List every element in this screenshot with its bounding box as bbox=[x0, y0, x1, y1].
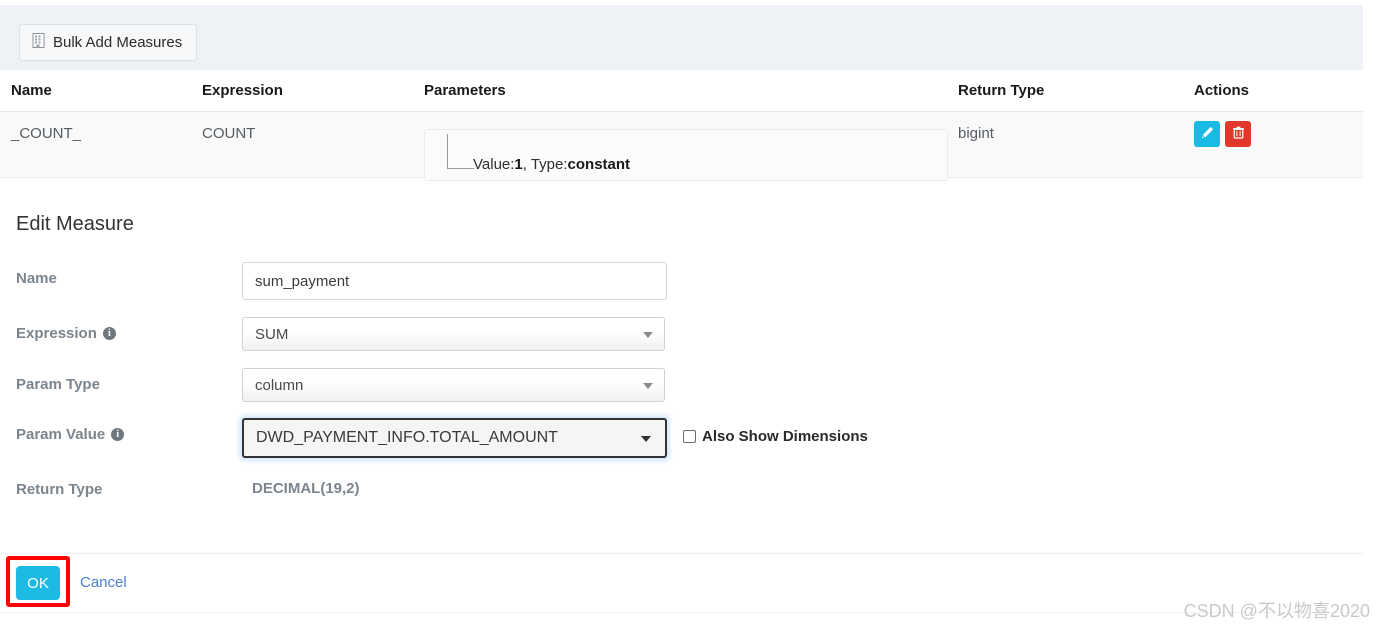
cell-measure-actions bbox=[1194, 112, 1363, 147]
param-type-select[interactable]: column bbox=[242, 368, 665, 402]
column-header-actions: Actions bbox=[1194, 82, 1250, 99]
watermark: CSDN @不以物喜2020 bbox=[1183, 601, 1370, 621]
label-name-text: Name bbox=[16, 270, 57, 287]
label-param-value-text: Param Value bbox=[16, 426, 106, 443]
info-icon[interactable]: i bbox=[102, 327, 116, 340]
pencil-icon bbox=[1201, 126, 1214, 142]
bulk-add-measures-button[interactable]: Bulk Add Measures bbox=[19, 24, 198, 61]
cell-measure-name: _COUNT_ bbox=[11, 125, 82, 142]
info-icon[interactable]: i bbox=[111, 428, 125, 441]
param-type-select-value: column bbox=[255, 376, 304, 394]
field-row-param-type: Param Type column bbox=[0, 368, 1388, 408]
label-param-type: Param Type bbox=[16, 376, 100, 393]
label-return-type-text: Return Type bbox=[16, 481, 103, 498]
param-value-select[interactable]: DWD_PAYMENT_INFO.TOTAL_AMOUNT bbox=[242, 418, 667, 458]
grid-building-icon bbox=[32, 33, 46, 52]
measures-table: Name Expression Parameters Return Type A… bbox=[0, 70, 1363, 181]
field-row-param-value: Param Value i DWD_PAYMENT_INFO.TOTAL_AMO… bbox=[0, 418, 1388, 458]
parameter-separator: , Type: bbox=[522, 156, 568, 173]
chevron-down-icon bbox=[643, 383, 653, 389]
bulk-add-measures-label: Bulk Add Measures bbox=[53, 34, 183, 51]
label-param-value: Param Value i bbox=[16, 426, 125, 443]
field-row-name: Name bbox=[0, 262, 1388, 302]
trash-icon bbox=[1232, 126, 1245, 142]
chevron-down-icon bbox=[643, 332, 653, 338]
parameter-type: constant bbox=[567, 156, 631, 173]
parameter-detail: Value:1, Type:constant bbox=[473, 156, 630, 173]
measure-editor-page: Bulk Add Measures Name Expression Parame… bbox=[0, 0, 1388, 628]
label-name: Name bbox=[16, 270, 57, 287]
also-show-dimensions-label: Also Show Dimensions bbox=[702, 428, 868, 445]
label-return-type: Return Type bbox=[16, 481, 102, 498]
return-type-value: DECIMAL(19,2) bbox=[252, 480, 360, 497]
cell-measure-return-type: bigint bbox=[958, 125, 994, 142]
row-action-buttons bbox=[1194, 112, 1363, 147]
column-header-parameters: Parameters bbox=[424, 82, 506, 99]
column-header-name: Name bbox=[11, 82, 52, 99]
column-header-return-type: Return Type bbox=[958, 82, 1045, 99]
also-show-dimensions-checkbox[interactable]: Also Show Dimensions bbox=[683, 428, 868, 445]
footer-divider bbox=[0, 553, 1363, 554]
table-row: _COUNT_ COUNT Value:1, Type:constant big… bbox=[0, 112, 1363, 181]
cancel-button[interactable]: Cancel bbox=[80, 574, 127, 591]
cell-measure-expression: COUNT bbox=[202, 125, 256, 142]
expression-select-value: SUM bbox=[255, 325, 289, 343]
cell-measure-parameters: Value:1, Type:constant bbox=[424, 112, 958, 181]
chevron-down-icon bbox=[641, 436, 651, 442]
edit-button[interactable] bbox=[1194, 121, 1220, 147]
table-header-row: Name Expression Parameters Return Type A… bbox=[0, 70, 1363, 112]
parameter-value: 1 bbox=[514, 156, 523, 173]
page-bottom-edge bbox=[0, 612, 1363, 613]
label-expression: Expression i bbox=[16, 325, 116, 342]
name-input[interactable] bbox=[242, 262, 667, 300]
checkbox-box-icon bbox=[683, 430, 696, 443]
tree-connector-icon bbox=[447, 134, 474, 169]
delete-button[interactable] bbox=[1225, 121, 1251, 147]
field-row-return-type: Return Type DECIMAL(19,2) bbox=[0, 473, 1388, 513]
parameter-prefix: Value: bbox=[473, 156, 515, 173]
form-title: Edit Measure bbox=[16, 213, 134, 235]
ok-button[interactable]: OK bbox=[16, 566, 60, 600]
parameter-box: Value:1, Type:constant bbox=[424, 129, 948, 181]
label-expression-text: Expression bbox=[16, 325, 97, 342]
table-toolbar: Bulk Add Measures bbox=[0, 5, 1363, 70]
param-value-select-value: DWD_PAYMENT_INFO.TOTAL_AMOUNT bbox=[256, 429, 558, 446]
label-param-type-text: Param Type bbox=[16, 376, 100, 393]
field-row-expression: Expression i SUM bbox=[0, 317, 1388, 357]
column-header-expression: Expression bbox=[202, 82, 283, 99]
expression-select[interactable]: SUM bbox=[242, 317, 665, 351]
